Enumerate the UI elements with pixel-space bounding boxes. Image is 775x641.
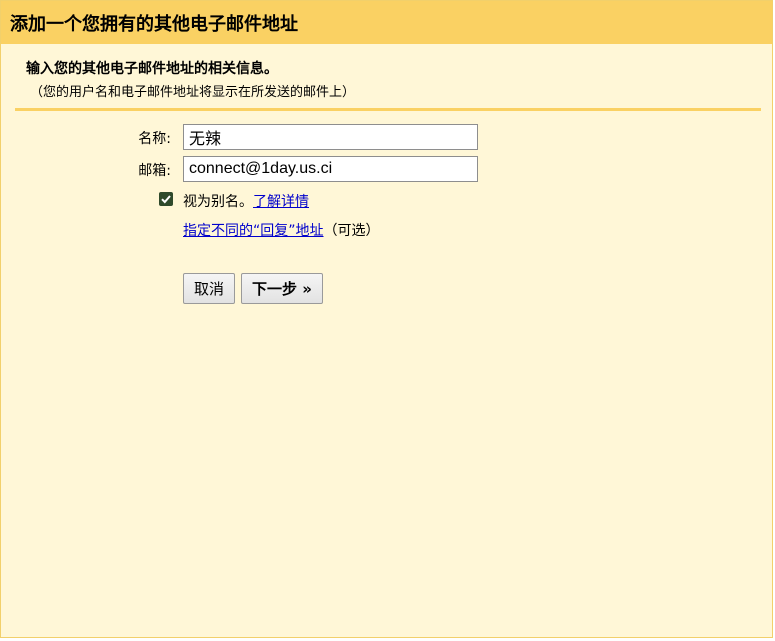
- alias-label: 视为别名。: [183, 194, 253, 210]
- checkmark-icon: [161, 195, 171, 204]
- learn-more-link[interactable]: 了解详情: [253, 194, 309, 210]
- reply-to-link[interactable]: 指定不同的“回复”地址: [183, 223, 324, 239]
- optional-text: （可选）: [323, 223, 380, 239]
- dialog-title: 添加一个您拥有的其他电子邮件地址: [1, 1, 772, 44]
- divider: [15, 108, 761, 111]
- cancel-button[interactable]: 取消: [183, 273, 235, 304]
- add-email-dialog: 添加一个您拥有的其他电子邮件地址 输入您的其他电子邮件地址的相关信息。 （您的用…: [0, 0, 773, 638]
- alias-checkbox[interactable]: [159, 192, 173, 206]
- alias-option: 视为别名。了解详情: [183, 191, 309, 211]
- name-input[interactable]: [183, 124, 478, 150]
- section-subheading: （您的用户名和电子邮件地址将显示在所发送的邮件上）: [30, 85, 356, 100]
- email-label: 邮箱:: [138, 163, 171, 179]
- reply-to-row: 指定不同的“回复”地址（可选）: [183, 220, 380, 240]
- section-heading: 输入您的其他电子邮件地址的相关信息。: [26, 61, 278, 77]
- next-step-button[interactable]: 下一步 »: [241, 273, 323, 304]
- email-input[interactable]: [183, 156, 478, 182]
- name-label: 名称:: [138, 131, 171, 147]
